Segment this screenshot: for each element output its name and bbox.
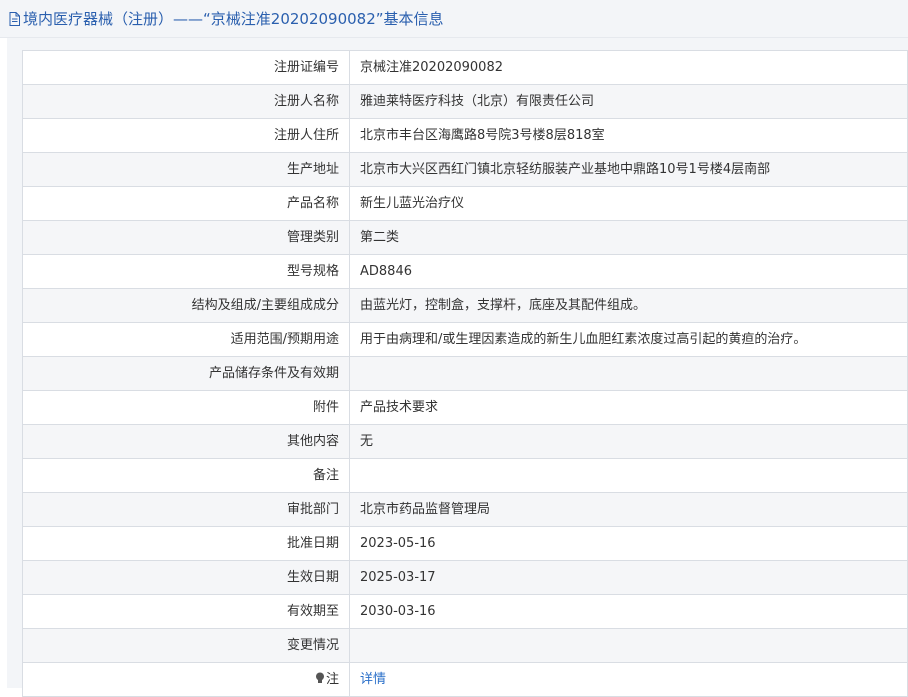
info-table-wrapper: 注册证编号 京械注准20202090082 注册人名称 雅迪莱特医疗科技（北京）有限责… bbox=[22, 50, 908, 697]
field-label: 结构及组成/主要组成成分 bbox=[22, 288, 350, 323]
table-row: 适用范围/预期用途 用于由病理和/或生理因素造成的新生儿血胆红素浓度过高引起的黄疸… bbox=[22, 322, 908, 357]
note-value-cell: 详情 bbox=[349, 662, 908, 697]
field-label: 注册人住所 bbox=[22, 118, 350, 153]
field-label: 生效日期 bbox=[22, 560, 350, 595]
field-value: AD8846 bbox=[349, 254, 908, 289]
table-row: 有效期至 2030-03-16 bbox=[22, 594, 908, 629]
field-label: 管理类别 bbox=[22, 220, 350, 255]
table-row: 生产地址 北京市大兴区西红门镇北京轻纺服装产业基地中鼎路10号1号楼4层南部 bbox=[22, 152, 908, 187]
field-value bbox=[349, 458, 908, 493]
page-title-text: 境内医疗器械（注册）——“京械注准20202090082”基本信息 bbox=[23, 10, 444, 28]
field-value: 第二类 bbox=[349, 220, 908, 255]
field-label: 变更情况 bbox=[22, 628, 350, 663]
table-row: 型号规格 AD8846 bbox=[22, 254, 908, 289]
field-value bbox=[349, 628, 908, 663]
table-row: 变更情况 bbox=[22, 628, 908, 663]
lightbulb-icon bbox=[315, 664, 325, 683]
field-value bbox=[349, 356, 908, 391]
field-value: 新生儿蓝光治疗仪 bbox=[349, 186, 908, 221]
field-value: 北京市丰台区海鹰路8号院3号楼8层818室 bbox=[349, 118, 908, 153]
field-value: 由蓝光灯，控制盒，支撑杆，底座及其配件组成。 bbox=[349, 288, 908, 323]
document-icon bbox=[9, 11, 20, 26]
field-value: 2030-03-16 bbox=[349, 594, 908, 629]
field-value: 无 bbox=[349, 424, 908, 459]
title-bar: 境内医疗器械（注册）——“京械注准20202090082”基本信息 bbox=[0, 0, 908, 38]
content-panel: 注册证编号 京械注准20202090082 注册人名称 雅迪莱特医疗科技（北京）有限责… bbox=[7, 38, 908, 697]
field-label: 型号规格 bbox=[22, 254, 350, 289]
note-label-cell: 注 bbox=[22, 662, 350, 697]
field-label: 附件 bbox=[22, 390, 350, 425]
field-label: 备注 bbox=[22, 458, 350, 493]
field-value: 2025-03-17 bbox=[349, 560, 908, 595]
basic-info-table: 注册证编号 京械注准20202090082 注册人名称 雅迪莱特医疗科技（北京）有限责… bbox=[22, 50, 908, 697]
note-label: 注 bbox=[325, 672, 339, 687]
field-value: 产品技术要求 bbox=[349, 390, 908, 425]
page-title: 境内医疗器械（注册）——“京械注准20202090082”基本信息 bbox=[9, 9, 444, 29]
field-label: 注册人名称 bbox=[22, 84, 350, 119]
field-label: 适用范围/预期用途 bbox=[22, 322, 350, 357]
table-row: 注册证编号 京械注准20202090082 bbox=[22, 50, 908, 85]
field-value: 京械注准20202090082 bbox=[349, 50, 908, 85]
field-label: 产品储存条件及有效期 bbox=[22, 356, 350, 391]
table-row: 管理类别 第二类 bbox=[22, 220, 908, 255]
table-row: 结构及组成/主要组成成分 由蓝光灯，控制盒，支撑杆，底座及其配件组成。 bbox=[22, 288, 908, 323]
table-row: 产品储存条件及有效期 bbox=[22, 356, 908, 391]
note-row: 注 详情 bbox=[22, 662, 908, 697]
table-row: 其他内容无 bbox=[22, 424, 908, 459]
table-row: 审批部门 北京市药品监督管理局 bbox=[22, 492, 908, 527]
table-row: 生效日期 2025-03-17 bbox=[22, 560, 908, 595]
table-row: 备注 bbox=[22, 458, 908, 493]
field-value: 北京市大兴区西红门镇北京轻纺服装产业基地中鼎路10号1号楼4层南部 bbox=[349, 152, 908, 187]
field-label: 生产地址 bbox=[22, 152, 350, 187]
table-row: 注册人住所 北京市丰台区海鹰路8号院3号楼8层818室 bbox=[22, 118, 908, 153]
details-link[interactable]: 详情 bbox=[360, 672, 386, 687]
table-row: 注册人名称 雅迪莱特医疗科技（北京）有限责任公司 bbox=[22, 84, 908, 119]
field-label: 审批部门 bbox=[22, 492, 350, 527]
field-label: 其他内容 bbox=[22, 424, 350, 459]
field-value: 雅迪莱特医疗科技（北京）有限责任公司 bbox=[349, 84, 908, 119]
field-label: 注册证编号 bbox=[22, 50, 350, 85]
field-label: 产品名称 bbox=[22, 186, 350, 221]
field-value: 2023-05-16 bbox=[349, 526, 908, 561]
table-row: 批准日期 2023-05-16 bbox=[22, 526, 908, 561]
field-value: 用于由病理和/或生理因素造成的新生儿血胆红素浓度过高引起的黄疸的治疗。 bbox=[349, 322, 908, 357]
field-label: 批准日期 bbox=[22, 526, 350, 561]
field-value: 北京市药品监督管理局 bbox=[349, 492, 908, 527]
table-row: 附件 产品技术要求 bbox=[22, 390, 908, 425]
table-row: 产品名称 新生儿蓝光治疗仪 bbox=[22, 186, 908, 221]
field-label: 有效期至 bbox=[22, 594, 350, 629]
